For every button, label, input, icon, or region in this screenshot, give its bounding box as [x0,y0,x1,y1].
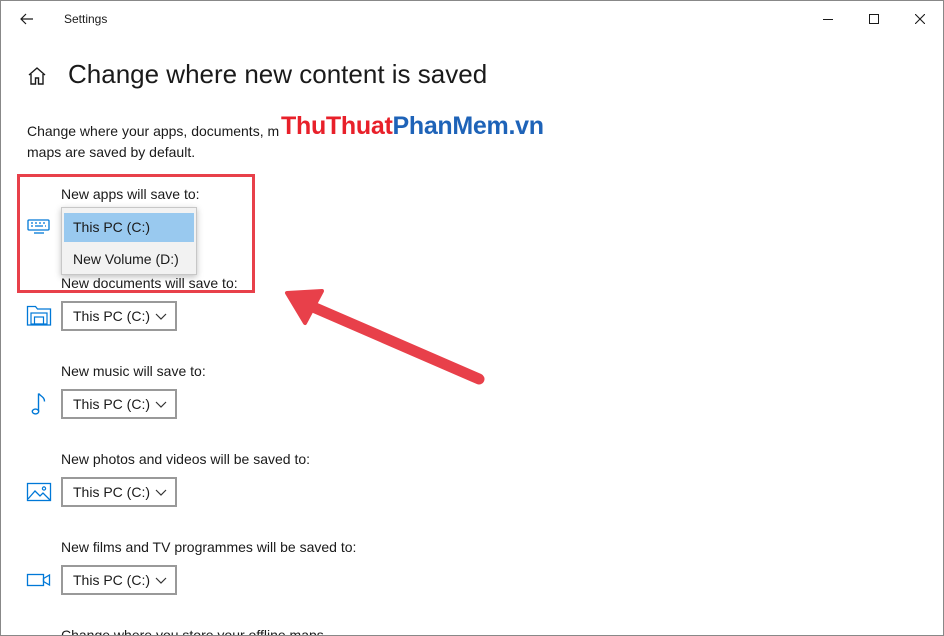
settings-window: Settings Change where new content is sav… [0,0,944,636]
annotation-arrow [285,289,485,385]
